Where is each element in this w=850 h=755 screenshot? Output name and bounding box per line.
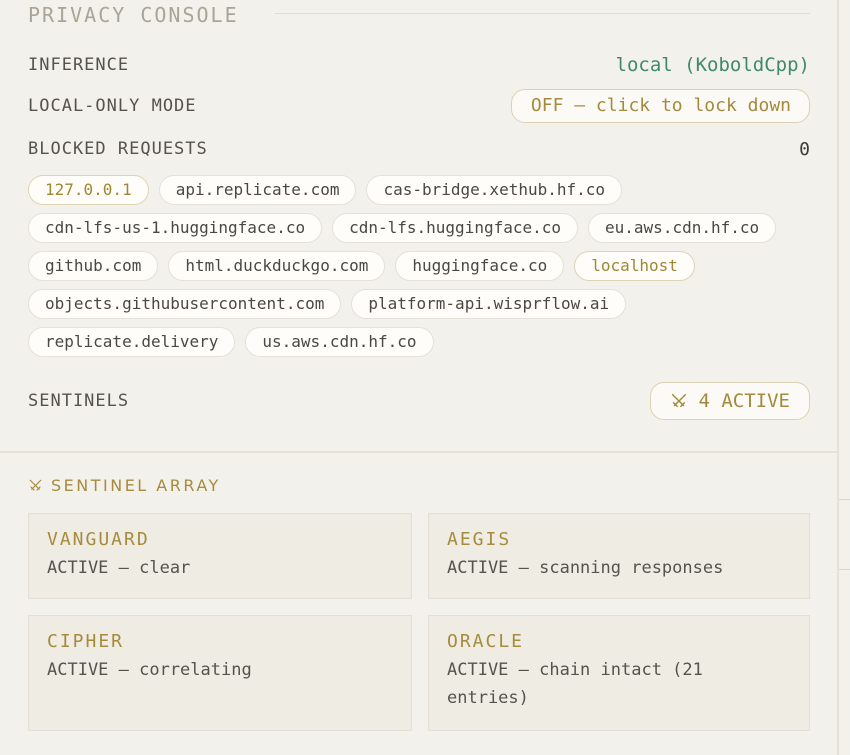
blocked-host-chip: platform-api.wisprflow.ai <box>351 289 627 319</box>
sentinels-label: SENTINELS <box>28 391 130 411</box>
title-rule <box>275 13 810 14</box>
local-only-row: LOCAL-ONLY MODE OFF — click to lock down <box>28 87 810 125</box>
blocked-requests-row: BLOCKED REQUESTS 0 <box>28 136 810 162</box>
console-title: PRIVACY CONSOLE <box>28 3 239 27</box>
blocked-host-chip: cdn-lfs.huggingface.co <box>332 213 579 243</box>
sentinels-row: SENTINELS 4 ACTIVE <box>28 381 810 421</box>
blocked-host-chip: cas-bridge.xethub.hf.co <box>366 175 623 205</box>
sentinel-array-title: SENTINEL ARRAY <box>51 476 221 495</box>
inference-label: INFERENCE <box>28 55 130 75</box>
sentinel-card-cipher: CIPHER ACTIVE — correlating <box>28 615 412 731</box>
local-only-label: LOCAL-ONLY MODE <box>28 96 197 116</box>
blocked-requests-label: BLOCKED REQUESTS <box>28 139 208 159</box>
inference-row: INFERENCE local (KoboldCpp) <box>28 52 810 78</box>
scrollbar-tick <box>839 499 850 500</box>
section-divider <box>0 451 837 453</box>
sentinel-status: ACTIVE — clear <box>47 558 191 578</box>
sentinel-status: ACTIVE — scanning responses <box>447 558 724 578</box>
blocked-host-chip: github.com <box>28 251 159 281</box>
sentinel-name: ORACLE <box>447 631 525 652</box>
sentinel-name: CIPHER <box>47 631 125 652</box>
blocked-host-chip: replicate.delivery <box>28 327 236 357</box>
sentinel-name: VANGUARD <box>47 529 150 550</box>
blocked-host-chip: eu.aws.cdn.hf.co <box>588 213 777 243</box>
blocked-host-chip: huggingface.co <box>395 251 565 281</box>
scrollbar-tick <box>839 569 850 570</box>
sentinel-status: ACTIVE — correlating <box>47 660 252 680</box>
crossed-swords-icon <box>672 393 687 408</box>
sentinels-badge-text: 4 ACTIVE <box>698 390 790 412</box>
crossed-swords-icon <box>29 479 42 491</box>
sentinel-card-vanguard: VANGUARD ACTIVE — clear <box>28 513 412 599</box>
sentinel-card-oracle: ORACLE ACTIVE — chain intact (21 entries… <box>428 615 810 731</box>
sentinel-status: ACTIVE — chain intact (21 entries) <box>447 660 703 708</box>
lock-down-button[interactable]: OFF — click to lock down <box>510 89 810 123</box>
blocked-host-chip: html.duckduckgo.com <box>168 251 386 281</box>
panel-edge <box>837 0 839 755</box>
sentinel-array-heading: SENTINEL ARRAY <box>28 476 221 495</box>
privacy-console-panel: PRIVACY CONSOLE INFERENCE local (KoboldC… <box>0 0 837 451</box>
blocked-host-chip: api.replicate.com <box>158 175 357 205</box>
sentinels-status-badge: 4 ACTIVE <box>650 382 810 420</box>
blocked-host-chip: objects.githubusercontent.com <box>28 289 342 319</box>
blocked-host-chip: cdn-lfs-us-1.huggingface.co <box>28 213 323 243</box>
sentinel-name: AEGIS <box>447 529 512 550</box>
blocked-requests-count: 0 <box>799 138 810 160</box>
blocked-host-chip: localhost <box>574 251 695 281</box>
blocked-hosts-list: 127.0.0.1 api.replicate.com cas-bridge.xet… <box>28 175 828 357</box>
blocked-host-chip: 127.0.0.1 <box>28 175 149 205</box>
blocked-host-chip: us.aws.cdn.hf.co <box>245 327 434 357</box>
inference-value: local (KoboldCpp) <box>615 54 810 76</box>
sentinel-card-aegis: AEGIS ACTIVE — scanning responses <box>428 513 810 599</box>
